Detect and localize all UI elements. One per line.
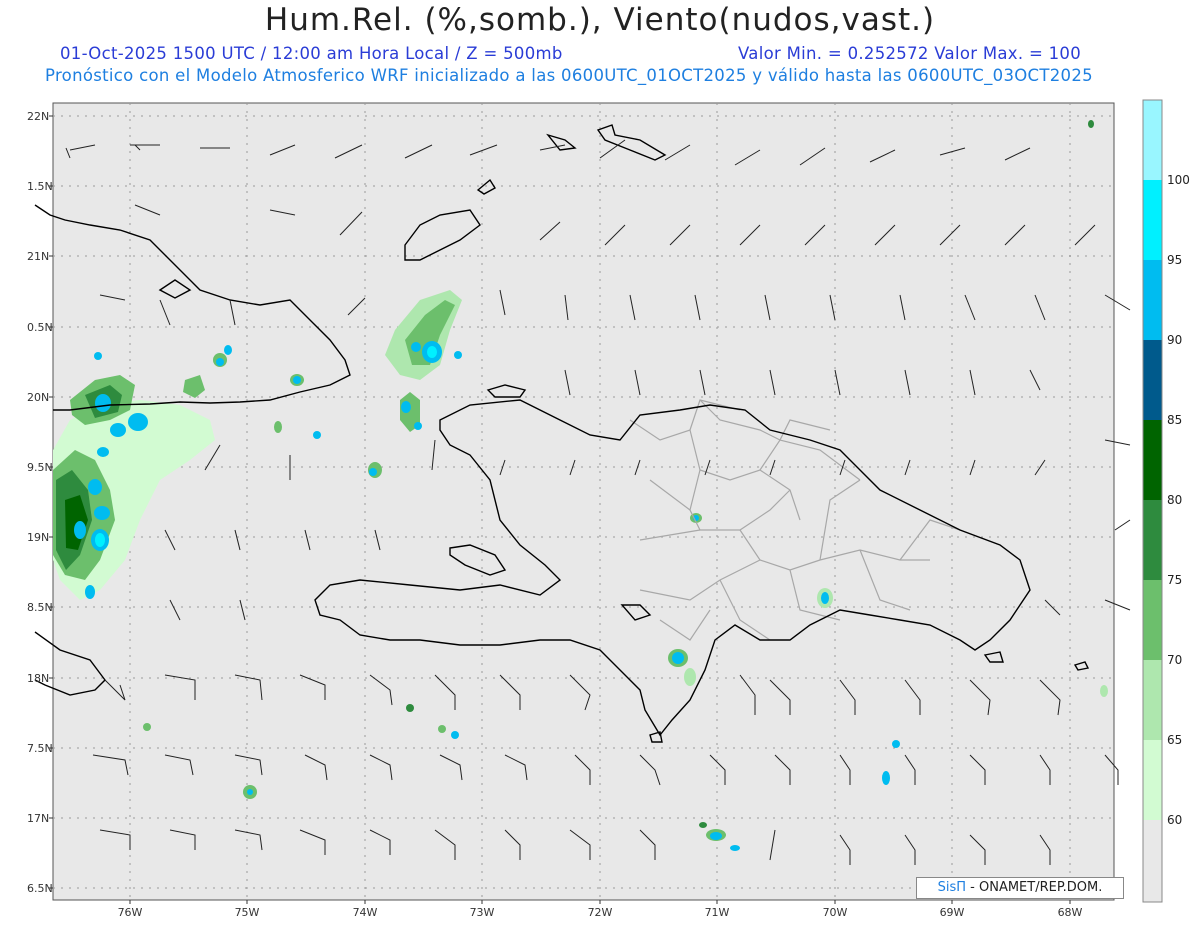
colorbar-label: 95 — [1167, 253, 1182, 267]
lon-label: 68W — [1058, 906, 1083, 919]
colorbar-label: 80 — [1167, 493, 1182, 507]
lon-label: 69W — [940, 906, 965, 919]
colorbar-label: 75 — [1167, 573, 1182, 587]
credit-text: - ONAMET/REP.DOM. — [970, 880, 1103, 895]
credit-box: SisΠ - ONAMET/REP.DOM. — [916, 877, 1124, 899]
lon-label: 74W — [353, 906, 378, 919]
latitude-labels: 22N 1.5N 21N 0.5N 20N 9.5N 19N 8.5N 18N … — [27, 110, 53, 895]
colorbar-label: 70 — [1167, 653, 1182, 667]
lat-label: 8.5N — [27, 601, 53, 614]
colorbar-label: 100 — [1167, 173, 1190, 187]
lat-label: 1.5N — [27, 180, 53, 193]
lat-label: 19N — [27, 531, 49, 544]
lat-label: 20N — [27, 391, 49, 404]
map-panel — [52, 102, 1115, 901]
lon-label: 70W — [823, 906, 848, 919]
colorbar-label: 65 — [1167, 733, 1182, 747]
lat-label: 17N — [27, 812, 49, 825]
lon-label: 73W — [470, 906, 495, 919]
lon-label: 76W — [118, 906, 143, 919]
lat-label: 22N — [27, 110, 49, 123]
lon-label: 72W — [588, 906, 613, 919]
lat-label: 18N — [27, 672, 49, 685]
lat-ticks — [49, 115, 53, 889]
map-figure: 22N 1.5N 21N 0.5N 20N 9.5N 19N 8.5N 18N … — [27, 99, 1190, 919]
lat-label: 7.5N — [27, 742, 53, 755]
longitude-labels: 76W 75W 74W 73W 72W 71W 70W 69W 68W — [118, 906, 1083, 919]
lon-ticks — [129, 900, 1071, 904]
colorbar: 100 95 90 85 80 75 70 65 60 — [1142, 99, 1190, 903]
lat-label: 0.5N — [27, 321, 53, 334]
colorbar-label: 60 — [1167, 813, 1182, 827]
lat-label: 9.5N — [27, 461, 53, 474]
lon-label: 71W — [705, 906, 730, 919]
lon-label: 75W — [235, 906, 260, 919]
lat-label: 21N — [27, 250, 49, 263]
colorbar-label: 85 — [1167, 413, 1182, 427]
credit-brand: SisΠ — [937, 880, 967, 895]
lat-label: 6.5N — [27, 882, 53, 895]
colorbar-label: 90 — [1167, 333, 1182, 347]
